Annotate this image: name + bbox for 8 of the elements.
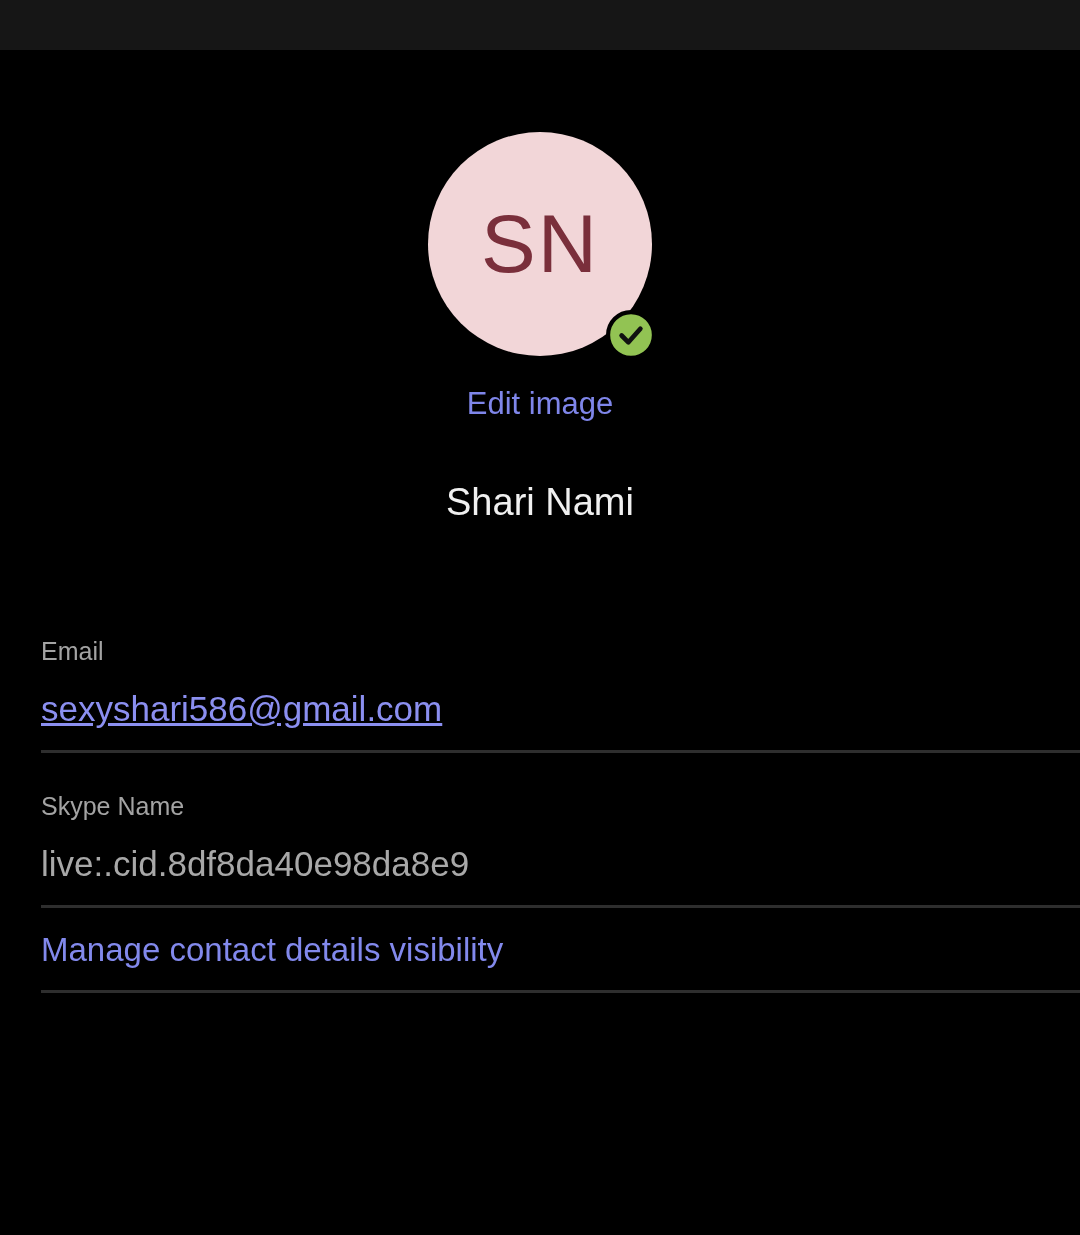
email-link[interactable]: sexyshari586@gmail.com	[41, 688, 443, 730]
profile-name: Shari Nami	[446, 480, 634, 524]
field-label: Email	[41, 636, 105, 666]
manage-visibility-link[interactable]: Manage contact details visibility	[41, 930, 504, 970]
avatar: SN	[428, 132, 652, 356]
field-value: live:.cid.8df8da40e98da8e9	[41, 843, 470, 885]
field-label: Skype Name	[41, 791, 186, 821]
edit-image-link[interactable]: Edit image	[466, 386, 614, 422]
